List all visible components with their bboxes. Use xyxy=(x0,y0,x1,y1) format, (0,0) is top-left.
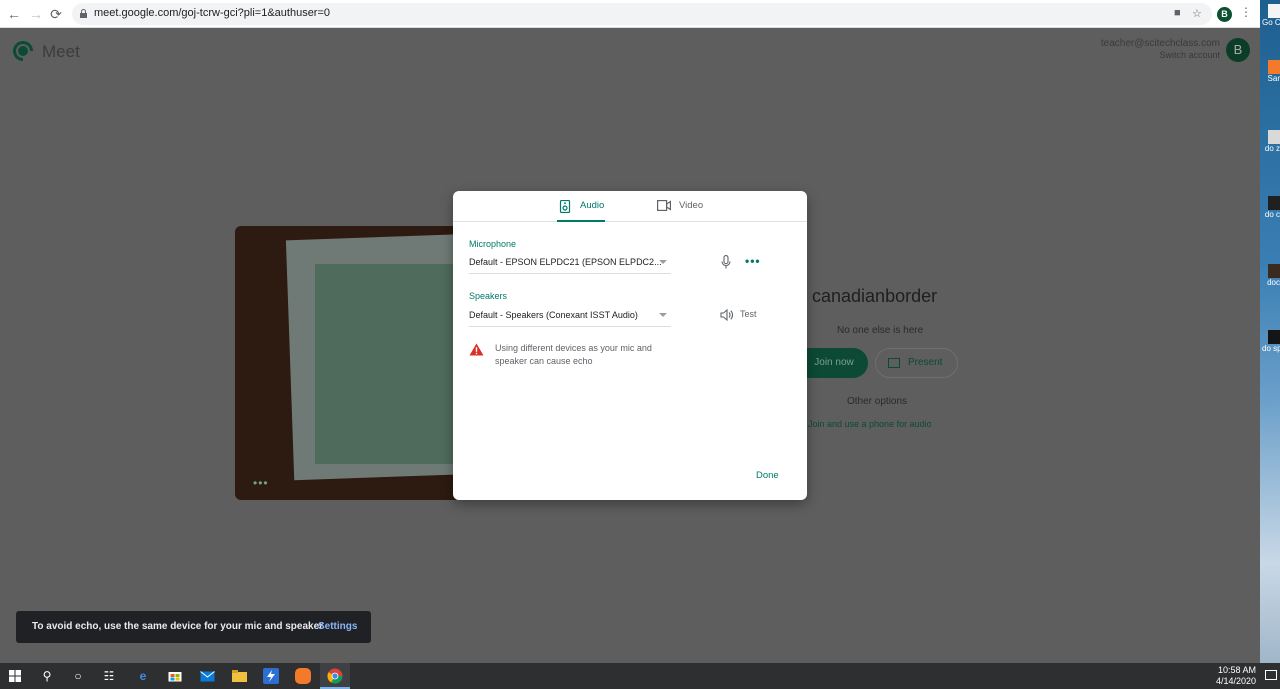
url-text: meet.google.com/goj-tcrw-gci?pli=1&authu… xyxy=(94,7,331,19)
desktop-icon[interactable]: Go Ch xyxy=(1262,4,1280,27)
mail-icon[interactable] xyxy=(192,663,222,689)
file-icon xyxy=(1268,196,1280,210)
reload-icon[interactable]: ⟳ xyxy=(48,6,64,22)
done-button[interactable]: Done xyxy=(756,470,779,481)
meet-logo-icon xyxy=(13,41,33,61)
desktop-icon[interactable]: doc xyxy=(1262,264,1280,287)
other-options-label: Other options xyxy=(847,396,908,407)
settings-dialog: Audio Video Microphone Default - EPSON E… xyxy=(453,191,807,500)
app-icon xyxy=(1268,4,1280,18)
notification-center-icon[interactable] xyxy=(1265,670,1277,680)
speaker-test-button[interactable]: Test xyxy=(740,309,757,319)
back-icon[interactable]: ← xyxy=(6,6,22,22)
lock-icon xyxy=(80,9,87,18)
tab-video-label: Video xyxy=(679,200,704,211)
clock-time: 10:58 AM xyxy=(1217,665,1256,675)
chrome-icon[interactable] xyxy=(320,663,350,689)
store-icon[interactable] xyxy=(160,663,190,689)
speakers-value: Default - Speakers (Conexant ISST Audio) xyxy=(469,310,638,320)
avatar[interactable]: B xyxy=(1226,38,1250,62)
file-explorer-icon[interactable] xyxy=(224,663,254,689)
desktop-icon-label: do c xyxy=(1264,210,1280,219)
microphone-select[interactable]: Default - EPSON ELPDC21 (EPSON ELPDC2... xyxy=(469,254,671,274)
browser-toolbar: ← → ⟳ meet.google.com/goj-tcrw-gci?pli=1… xyxy=(0,0,1260,28)
present-label: Present xyxy=(908,357,943,368)
echo-warning-text: Using different devices as your mic and … xyxy=(495,343,652,366)
task-view-icon[interactable]: ☷ xyxy=(94,663,124,689)
browser-profile-avatar[interactable]: B xyxy=(1217,7,1232,22)
file-icon xyxy=(1268,330,1280,344)
account-email: teacher@scitechclass.com xyxy=(1100,38,1220,49)
speakers-label: Speakers xyxy=(469,291,508,301)
taskbar: ⚲ ○ ☷ e 10:58 AM 4/14/2020 xyxy=(0,663,1280,689)
desktop-icon-label: Go Ch xyxy=(1262,18,1280,27)
desktop-icon-label: Sar xyxy=(1267,74,1280,83)
present-button[interactable]: Present xyxy=(875,348,958,378)
echo-toast: To avoid echo, use the same device for y… xyxy=(16,611,371,643)
tab-video[interactable]: Video xyxy=(655,191,715,222)
utility-app-icon[interactable] xyxy=(256,663,286,689)
desktop-icon[interactable]: do spo xyxy=(1262,330,1280,353)
warning-icon xyxy=(469,343,484,356)
dell-app-icon[interactable] xyxy=(288,663,318,689)
participants-status: No one else is here xyxy=(837,325,924,336)
settings-tabs: Audio Video xyxy=(453,191,807,222)
file-icon xyxy=(1268,264,1280,278)
desktop-icon-label: doc xyxy=(1267,278,1280,287)
switch-account-link[interactable]: Switch account xyxy=(1159,50,1220,60)
address-bar[interactable]: meet.google.com/goj-tcrw-gci?pli=1&authu… xyxy=(72,3,1212,25)
speaker-icon[interactable] xyxy=(720,309,734,321)
desktop-icon[interactable]: do c xyxy=(1262,196,1280,219)
bookmark-star-icon[interactable]: ☆ xyxy=(1192,7,1202,20)
present-icon xyxy=(888,358,900,368)
join-now-button[interactable]: Join now xyxy=(800,348,868,378)
edge-icon[interactable]: e xyxy=(128,663,158,689)
desktop-icon[interactable]: do z xyxy=(1262,130,1280,153)
camera-indicator-icon[interactable]: ■ xyxy=(1174,7,1181,19)
microphone-icon[interactable] xyxy=(721,255,731,269)
microphone-more-icon[interactable]: ••• xyxy=(745,254,761,268)
clock-date: 4/14/2020 xyxy=(1215,676,1256,686)
toast-settings-button[interactable]: Settings xyxy=(318,621,357,632)
tab-audio[interactable]: Audio xyxy=(557,191,605,222)
microphone-value: Default - EPSON ELPDC21 (EPSON ELPDC2... xyxy=(469,257,662,267)
toast-message: To avoid echo, use the same device for y… xyxy=(32,621,324,632)
app-icon xyxy=(1268,60,1280,74)
video-camera-icon xyxy=(657,200,671,211)
cortana-icon[interactable]: ○ xyxy=(63,663,93,689)
file-icon xyxy=(1268,130,1280,144)
search-icon[interactable]: ⚲ xyxy=(32,663,62,689)
desktop-icon-label: do spo xyxy=(1262,344,1280,353)
desktop-icon-label: do z xyxy=(1264,144,1280,153)
taskbar-clock[interactable]: 10:58 AM 4/14/2020 xyxy=(1212,665,1256,687)
desktop-background: Go Ch Sar do z do c doc do spo xyxy=(1260,0,1280,663)
speakers-select[interactable]: Default - Speakers (Conexant ISST Audio) xyxy=(469,307,671,327)
meeting-name: canadianborder xyxy=(812,286,938,306)
phone-audio-link[interactable]: Join and use a phone for audio xyxy=(808,419,932,429)
tab-audio-label: Audio xyxy=(580,200,605,211)
chevron-down-icon xyxy=(659,260,667,264)
windows-start-icon[interactable] xyxy=(0,663,30,689)
forward-icon[interactable]: → xyxy=(28,6,44,22)
app-title: Meet xyxy=(42,42,80,61)
speaker-device-icon xyxy=(559,200,571,213)
preview-more-icon[interactable]: ••• xyxy=(253,476,269,490)
microphone-label: Microphone xyxy=(469,239,517,249)
chevron-down-icon xyxy=(659,313,667,317)
browser-menu-icon[interactable]: ⋮ xyxy=(1240,5,1252,19)
desktop-icon[interactable]: Sar xyxy=(1262,60,1280,83)
